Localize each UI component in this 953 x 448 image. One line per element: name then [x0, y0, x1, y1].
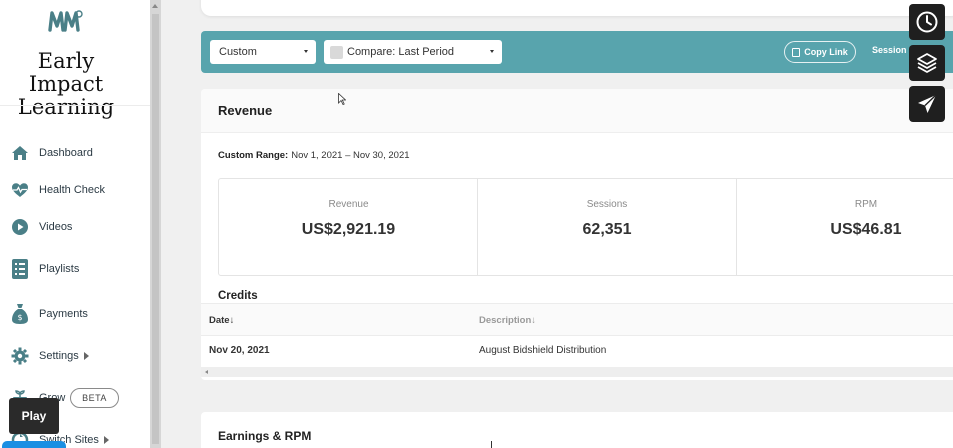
sidebar: Early Impact Learning Dashboard Health C…: [0, 0, 150, 448]
caret-down-icon: [304, 50, 308, 53]
copy-icon: [792, 47, 801, 57]
sidebar-scrollbar[interactable]: [150, 0, 161, 448]
play-circle-icon: [10, 217, 30, 237]
blue-pill-button[interactable]: [2, 441, 66, 448]
brand-logo-icon[interactable]: [48, 8, 88, 36]
sidebar-item-health-check[interactable]: Health Check: [0, 178, 150, 202]
metric-value: US$46.81: [830, 221, 902, 238]
sidebar-item-label: Health Check: [39, 184, 106, 196]
copy-link-button[interactable]: Copy Link: [784, 41, 856, 63]
text-caret: [491, 441, 492, 448]
chevron-right-icon: [103, 436, 109, 445]
filter-bar: Custom Compare: Last Period Copy Link Se…: [201, 31, 953, 73]
sidebar-item-dashboard[interactable]: Dashboard: [0, 141, 150, 165]
caret-down-icon: [490, 50, 494, 53]
revenue-card-header: Revenue: [201, 89, 953, 133]
revenue-card: Revenue Custom Range: Nov 1, 2021 – Nov 3…: [201, 89, 953, 380]
home-icon: [10, 143, 30, 163]
sidebar-item-playlists[interactable]: Playlists: [0, 257, 150, 281]
metric-rpm: RPM US$46.81: [736, 179, 953, 275]
money-bag-icon: $: [10, 304, 30, 324]
table-row-description: August Bidshield Distribution: [479, 345, 607, 356]
send-button[interactable]: [909, 86, 945, 122]
table-row-date: Nov 20, 2021: [209, 345, 270, 356]
gear-icon: [10, 346, 30, 366]
credits-title: Credits: [218, 290, 258, 302]
scroll-up-arrow-icon[interactable]: [152, 4, 158, 8]
copy-link-label: Copy Link: [804, 47, 848, 57]
revenue-title: Revenue: [218, 103, 273, 118]
compare-checkbox[interactable]: [330, 45, 343, 59]
sidebar-item-label: Payments: [39, 308, 88, 320]
table-horizontal-scrollbar[interactable]: [201, 367, 953, 377]
clock-icon: [916, 11, 938, 33]
metric-sessions: Sessions 62,351: [477, 179, 736, 275]
top-card: [201, 0, 953, 16]
compare-select-value: Compare: Last Period: [347, 46, 454, 58]
metrics-panel: Revenue US$2,921.19 Sessions 62,351 RPM …: [218, 178, 953, 276]
sidebar-item-label: Playlists: [39, 263, 80, 275]
metric-label: RPM: [854, 199, 878, 210]
custom-range-value: Nov 1, 2021 – Nov 30, 2021: [291, 150, 410, 161]
column-header-date[interactable]: Date↓: [209, 315, 234, 326]
scroll-left-arrow-icon[interactable]: [205, 370, 208, 374]
custom-range: Custom Range: Nov 1, 2021 – Nov 30, 2021: [218, 150, 410, 161]
sidebar-item-payments[interactable]: $ Payments: [0, 302, 150, 326]
mouse-cursor-icon: [338, 93, 346, 105]
metric-revenue: Revenue US$2,921.19: [219, 179, 478, 275]
custom-range-label: Custom Range:: [218, 150, 289, 161]
sidebar-item-label: Dashboard: [39, 147, 93, 159]
svg-text:$: $: [17, 313, 22, 322]
compare-select[interactable]: Compare: Last Period: [324, 40, 502, 64]
credits-table-header: Date↓ Description↓: [201, 303, 953, 336]
earnings-title: Earnings & RPM: [218, 429, 312, 443]
brand-name: Early Impact Learning: [17, 49, 115, 119]
history-button[interactable]: [909, 4, 945, 40]
divider: [0, 105, 150, 106]
column-header-description[interactable]: Description↓: [479, 315, 536, 326]
sidebar-item-videos[interactable]: Videos: [0, 215, 150, 239]
metric-label: Revenue: [328, 199, 369, 210]
metric-label: Sessions: [586, 199, 628, 210]
sidebar-item-label: Settings: [39, 350, 89, 362]
sidebar-item-label: Videos: [39, 221, 73, 233]
metric-value: 62,351: [582, 221, 632, 238]
layers-button[interactable]: [909, 45, 945, 81]
layers-icon: [917, 53, 937, 73]
play-button[interactable]: Play: [9, 398, 59, 434]
beta-badge: BETA: [70, 388, 119, 408]
scrollbar-thumb[interactable]: [152, 14, 159, 444]
list-icon: [10, 259, 30, 279]
date-range-select[interactable]: Custom: [210, 40, 316, 64]
paper-plane-icon: [918, 94, 937, 113]
heartbeat-icon: [10, 180, 30, 200]
earnings-card: Earnings & RPM: [201, 412, 953, 448]
sessions-toggle[interactable]: Session: [872, 45, 907, 55]
date-range-select-value: Custom: [219, 46, 257, 58]
sidebar-item-settings[interactable]: Settings: [0, 344, 150, 368]
metric-value: US$2,921.19: [301, 221, 396, 238]
chevron-right-icon: [83, 352, 89, 361]
